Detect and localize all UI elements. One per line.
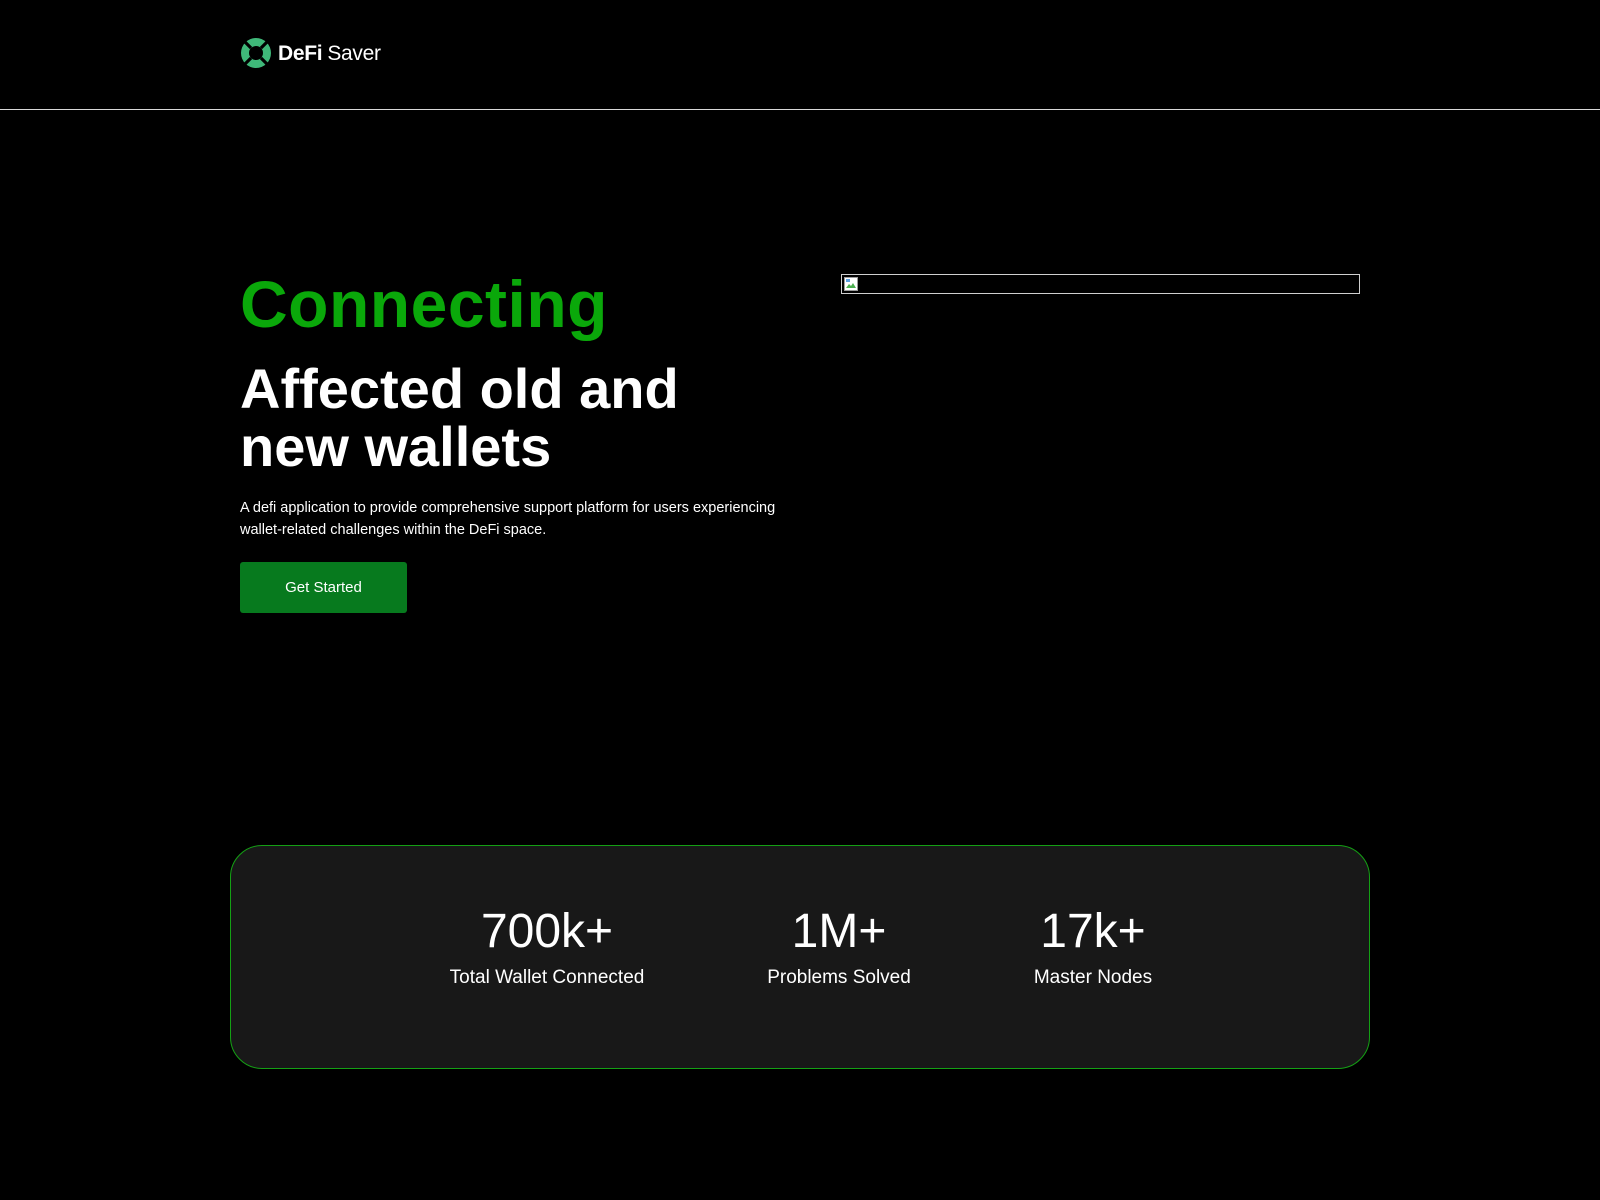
hero-description: A defi application to provide comprehens… [240, 500, 776, 538]
stat-label: Problems Solved [767, 967, 911, 988]
hero-image-placeholder [841, 274, 1360, 294]
get-started-button[interactable]: Get Started [240, 562, 407, 613]
stat-wallets: 700k+ Total Wallet Connected [450, 906, 645, 990]
hero-title: Affected old and new wallets [240, 357, 679, 478]
stat-label: Total Wallet Connected [449, 967, 645, 988]
brand-logo[interactable]: DeFi Saver [240, 37, 381, 69]
stats-card: 700k+ Total Wallet Connected 1M+ Problem… [230, 845, 1370, 1069]
hero-accent-heading: Connecting [240, 267, 608, 341]
stat-value: 17k+ [1040, 905, 1146, 958]
stat-master-nodes: 17k+ Master Nodes [1034, 906, 1152, 990]
brand-name-light: Saver [327, 41, 381, 65]
lifebuoy-icon [241, 38, 271, 68]
stat-label: Master Nodes [1033, 967, 1153, 988]
broken-image-icon [844, 277, 858, 291]
stat-value: 700k+ [480, 905, 614, 958]
stat-value: 1M+ [791, 905, 887, 958]
brand-name-bold: DeFi [278, 41, 323, 65]
brand-name: DeFi Saver [278, 43, 381, 64]
site-header: DeFi Saver [0, 0, 1600, 110]
stat-problems: 1M+ Problems Solved [767, 906, 911, 990]
